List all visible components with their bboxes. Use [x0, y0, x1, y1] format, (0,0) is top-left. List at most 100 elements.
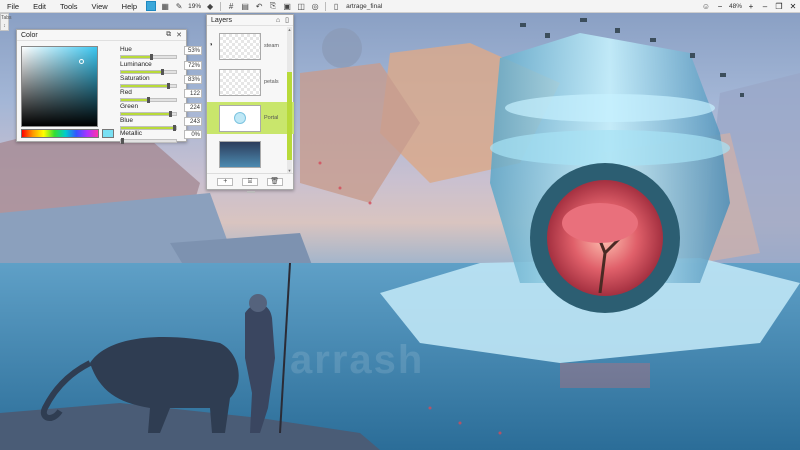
slider-green[interactable]: Green 224 — [120, 103, 202, 117]
layers-new-icon[interactable]: ▯ — [285, 16, 289, 24]
slider-red[interactable]: Red 122 — [120, 89, 202, 103]
slider-track[interactable] — [120, 97, 177, 103]
menu-file[interactable]: File — [0, 0, 26, 13]
layer-item-petals[interactable]: petals — [207, 66, 294, 98]
slider-track[interactable] — [120, 83, 177, 89]
layer-name: Portal — [264, 115, 279, 121]
slider-saturation[interactable]: Saturation 83% — [120, 75, 202, 89]
zoom-in-button[interactable]: + — [744, 2, 758, 11]
slider-value-field[interactable]: 224 — [184, 103, 202, 112]
slider-hue[interactable]: Hue 53% — [120, 46, 202, 60]
slider-value-field[interactable]: 243 — [184, 117, 202, 126]
layer-thumbnail — [219, 140, 261, 168]
slider-value-field[interactable]: 72% — [184, 61, 202, 70]
slider-fill — [121, 99, 148, 101]
zoom-level-small: 19% — [188, 2, 202, 10]
panel-icon[interactable]: ▣ — [282, 1, 292, 11]
panel-dock-icon[interactable]: ⧉ — [166, 31, 171, 39]
undo-icon[interactable]: ↶ — [254, 1, 264, 11]
color-panel-header[interactable]: Color ⧉ ✕ — [17, 30, 186, 41]
canvas-view-icon[interactable] — [146, 1, 157, 11]
slider-fill — [121, 71, 161, 73]
layer-thumbnail — [219, 32, 261, 60]
layer-item-background[interactable] — [207, 138, 294, 170]
slider-knob[interactable] — [121, 138, 124, 144]
layer-name: petals — [264, 79, 279, 85]
slider-label: Luminance — [120, 61, 152, 68]
zoom-level: 48% — [728, 3, 742, 10]
layer-list: ◑ steam petals Portal — [207, 26, 294, 175]
slider-track[interactable] — [120, 69, 177, 75]
menu-bar: File Edit Tools View Help ▦ ✎ 19% ◆ # ▤ … — [0, 0, 800, 13]
slider-fill — [121, 56, 151, 58]
color-picker-cursor[interactable] — [79, 59, 84, 64]
left-tab-arrow-icon[interactable]: ↕ — [1, 22, 8, 30]
layer-item-steam[interactable]: ◑ steam — [207, 30, 294, 62]
slider-label: Blue — [120, 117, 134, 124]
layer-name: steam — [264, 43, 279, 49]
slider-luminance[interactable]: Luminance 72% — [120, 61, 202, 75]
slider-label: Green — [120, 103, 139, 110]
slider-label: Red — [120, 89, 132, 96]
layers-menu-icon[interactable]: ⌂ — [276, 17, 280, 24]
color-panel-title: Color — [21, 31, 38, 39]
toolbar-divider-2 — [325, 1, 327, 11]
add-layer-button[interactable]: + — [217, 177, 234, 186]
layers-panel-header[interactable]: Layers ⌂ ▯ — [207, 15, 293, 26]
menu-tools[interactable]: Tools — [53, 0, 85, 13]
current-color-swatch[interactable] — [102, 129, 114, 138]
watermark-text: arrash — [290, 338, 425, 382]
window-controls: ☺ − 48% + – ❐ ✕ — [699, 0, 800, 13]
slider-label: Hue — [120, 46, 132, 53]
pin-icon[interactable]: ✎ — [174, 1, 184, 11]
slider-value-field[interactable]: 83% — [184, 75, 202, 84]
minimize-button[interactable]: – — [758, 2, 772, 11]
slider-fill — [121, 113, 170, 115]
redo-icon[interactable]: ⎘ — [268, 1, 278, 11]
hue-strip[interactable] — [21, 129, 105, 138]
zoom-out-button[interactable]: − — [713, 2, 727, 11]
color-panel: Color ⧉ ✕ Hue 53% Luminance 72% Saturation 83… — [16, 29, 202, 144]
slider-value-field[interactable]: 0% — [184, 130, 202, 139]
menu-edit[interactable]: Edit — [26, 0, 53, 13]
layer-scroll-thumb[interactable] — [287, 72, 292, 160]
toolbar-divider — [220, 1, 222, 11]
slider-track[interactable] — [120, 138, 177, 144]
restore-button[interactable]: ❐ — [772, 2, 786, 11]
scroll-up-icon[interactable]: ▲ — [287, 27, 292, 32]
layer-item-portal[interactable]: Portal — [207, 102, 294, 134]
hash-icon[interactable]: # — [226, 1, 236, 11]
layer-visibility-icon[interactable]: ◑ — [209, 42, 213, 48]
panel-resize-grip[interactable] — [247, 191, 255, 193]
slider-blue[interactable]: Blue 243 — [120, 117, 202, 131]
slider-track[interactable] — [120, 111, 177, 117]
layer-group-button[interactable]: ⌸ — [241, 177, 258, 186]
slider-knob[interactable] — [150, 54, 154, 60]
slider-value-field[interactable]: 122 — [184, 89, 202, 98]
circle-icon[interactable]: ◎ — [310, 1, 320, 11]
document-icon: ▯ — [333, 1, 339, 11]
fox-icon[interactable]: ☺ — [701, 2, 711, 12]
slider-value-field[interactable]: 53% — [184, 46, 202, 55]
reference-icon[interactable]: ◫ — [296, 1, 306, 11]
menu-view[interactable]: View — [85, 0, 115, 13]
menu-help[interactable]: Help — [115, 0, 144, 13]
slider-label: Saturation — [120, 75, 150, 82]
stencil-icon[interactable]: ◆ — [205, 1, 215, 11]
layer-scrollbar[interactable]: ▲ ▼ — [287, 27, 292, 173]
slider-fill — [121, 127, 174, 129]
slider-track[interactable] — [120, 54, 177, 60]
grid-icon[interactable]: ▦ — [160, 1, 170, 11]
layer-thumbnail — [219, 68, 261, 96]
delete-layer-button[interactable]: 🗑 — [266, 177, 283, 186]
layers-toggle-icon[interactable]: ▤ — [240, 1, 250, 11]
layers-panel: Layers ⌂ ▯ ◑ steam petals Portal ▲ ▼ + ⌸… — [206, 14, 294, 193]
close-button[interactable]: ✕ — [786, 2, 800, 11]
left-tab-strip[interactable]: Tabs ↕ — [0, 13, 12, 31]
layers-panel-title: Layers — [211, 16, 233, 24]
slider-fill — [121, 85, 167, 87]
color-picker-square[interactable] — [21, 46, 98, 127]
layers-footer: + ⌸ 🗑 — [207, 173, 293, 189]
slider-metallic[interactable]: Metallic 0% — [120, 130, 202, 144]
panel-close-icon[interactable]: ✕ — [176, 31, 182, 39]
